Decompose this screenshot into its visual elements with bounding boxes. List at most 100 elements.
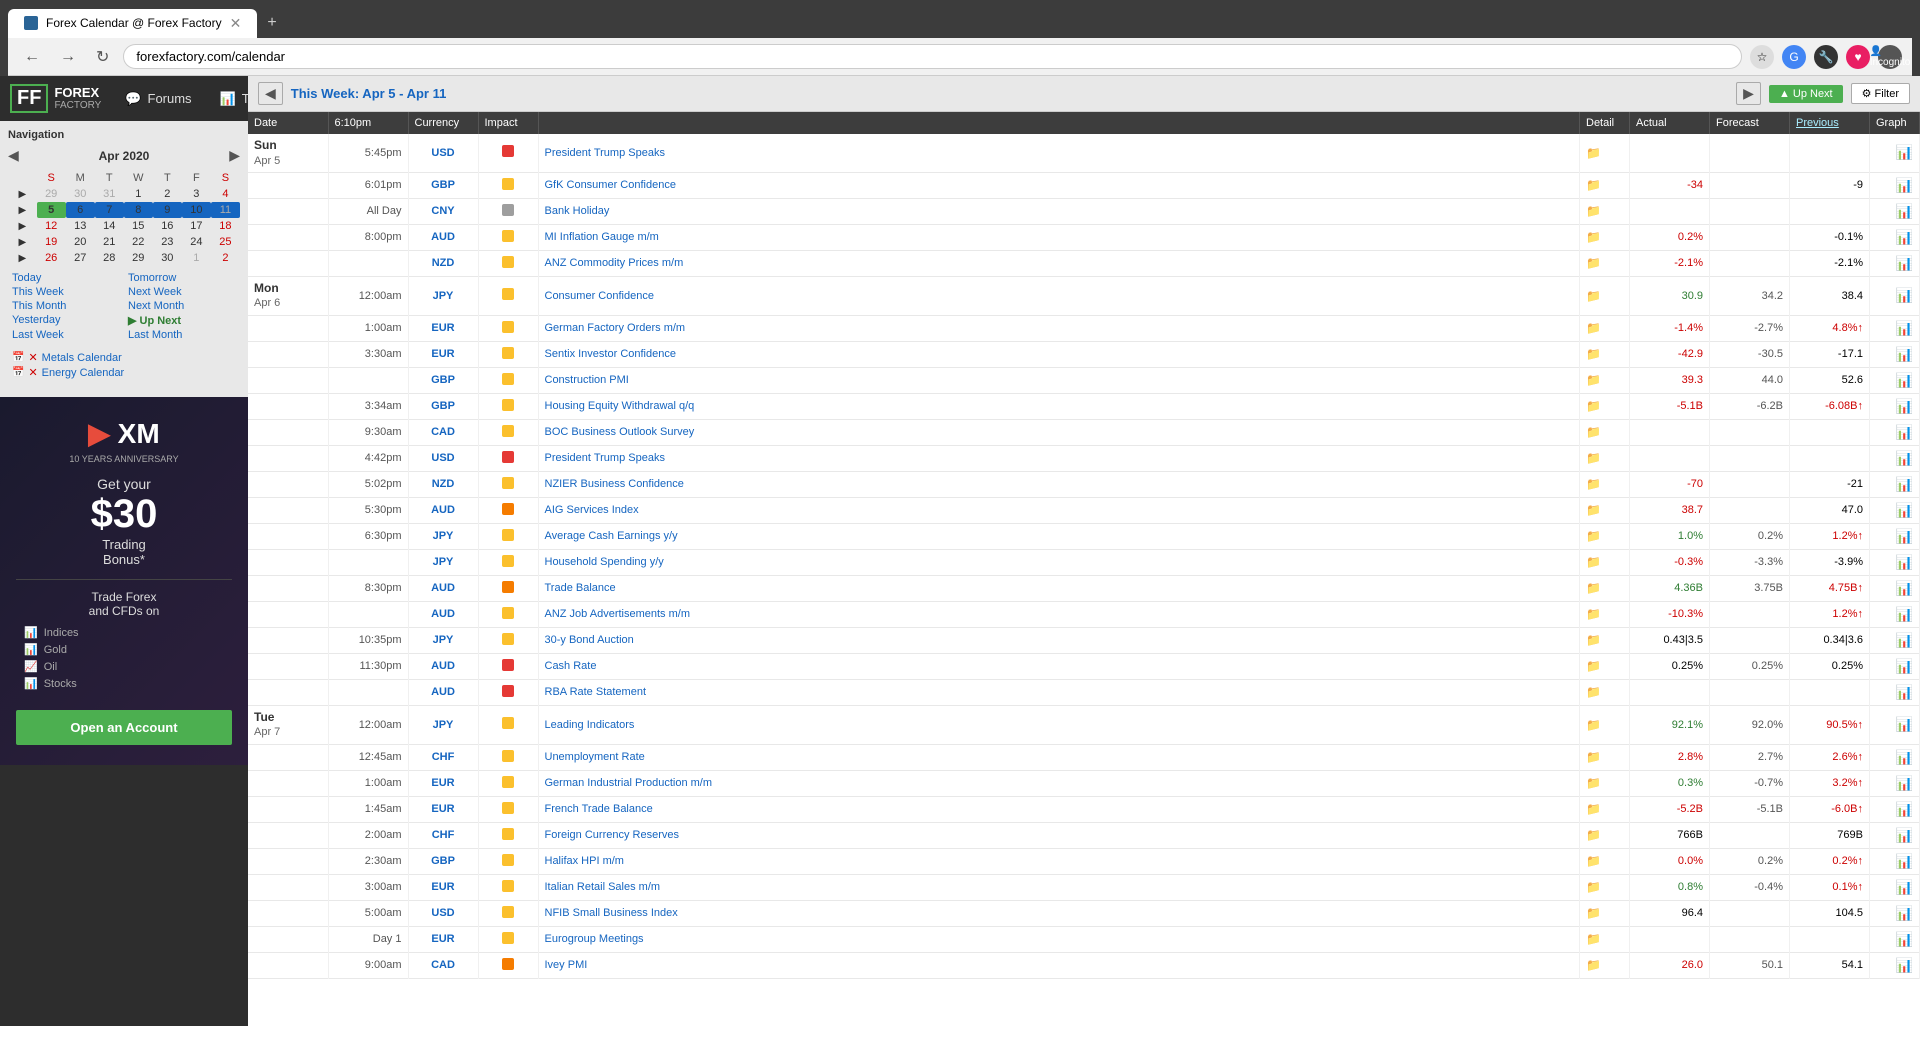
event-detail-cell[interactable]: 📁 <box>1580 224 1630 250</box>
col-header-time[interactable]: 6:10pm <box>328 112 408 134</box>
cal-day-7[interactable]: 7 <box>95 202 124 218</box>
row-indicator-5[interactable]: ▶ <box>8 250 37 266</box>
event-graph-cell[interactable]: 📊 <box>1870 134 1920 172</box>
cal-day-5[interactable]: 5 <box>37 202 66 218</box>
cal-day-15[interactable]: 15 <box>124 218 153 234</box>
cal-day-22[interactable]: 22 <box>124 234 153 250</box>
event-detail-cell[interactable]: 📁 <box>1580 419 1630 445</box>
event-name-cell[interactable]: MI Inflation Gauge m/m <box>538 224 1580 250</box>
event-graph-cell[interactable]: 📊 <box>1870 900 1920 926</box>
row-indicator-3[interactable]: ▶ <box>8 218 37 234</box>
up-next-link[interactable]: ▶ Up Next <box>128 314 236 327</box>
event-detail-cell[interactable]: 📁 <box>1580 198 1630 224</box>
event-name-cell[interactable]: German Factory Orders m/m <box>538 315 1580 341</box>
event-detail-cell[interactable]: 📁 <box>1580 315 1630 341</box>
event-name-cell[interactable]: Bank Holiday <box>538 198 1580 224</box>
event-graph-cell[interactable]: 📊 <box>1870 393 1920 419</box>
cal-day-16[interactable]: 16 <box>153 218 182 234</box>
cal-day-28[interactable]: 28 <box>95 250 124 266</box>
event-graph-cell[interactable]: 📊 <box>1870 796 1920 822</box>
forward-button[interactable]: → <box>54 46 82 68</box>
extension-icon-3[interactable]: ♥ <box>1846 45 1870 69</box>
prev-month-button[interactable]: ◀ <box>8 147 19 164</box>
cal-day-12[interactable]: 12 <box>37 218 66 234</box>
event-name-cell[interactable]: Construction PMI <box>538 367 1580 393</box>
event-name-cell[interactable]: Trade Balance <box>538 575 1580 601</box>
event-name-cell[interactable]: Foreign Currency Reserves <box>538 822 1580 848</box>
cal-day-1-next[interactable]: 1 <box>182 250 211 266</box>
event-detail-cell[interactable]: 📁 <box>1580 575 1630 601</box>
event-name-cell[interactable]: GfK Consumer Confidence <box>538 172 1580 198</box>
event-graph-cell[interactable]: 📊 <box>1870 601 1920 627</box>
event-name-cell[interactable]: NFIB Small Business Index <box>538 900 1580 926</box>
new-tab-button[interactable]: + <box>257 8 286 38</box>
cal-day-14[interactable]: 14 <box>95 218 124 234</box>
event-detail-cell[interactable]: 📁 <box>1580 874 1630 900</box>
cal-day-11[interactable]: 11 <box>211 202 240 218</box>
event-name-cell[interactable]: Ivey PMI <box>538 952 1580 978</box>
event-name-cell[interactable]: Leading Indicators <box>538 705 1580 744</box>
event-graph-cell[interactable]: 📊 <box>1870 224 1920 250</box>
profile-icon[interactable]: 👤 Incognito <box>1878 45 1902 69</box>
event-graph-cell[interactable]: 📊 <box>1870 952 1920 978</box>
bookmark-icon[interactable]: ☆ <box>1750 45 1774 69</box>
cal-day-27[interactable]: 27 <box>66 250 95 266</box>
event-name-cell[interactable]: AIG Services Index <box>538 497 1580 523</box>
event-detail-cell[interactable]: 📁 <box>1580 770 1630 796</box>
event-graph-cell[interactable]: 📊 <box>1870 549 1920 575</box>
event-detail-cell[interactable]: 📁 <box>1580 341 1630 367</box>
event-name-cell[interactable]: Household Spending y/y <box>538 549 1580 575</box>
event-name-cell[interactable]: BOC Business Outlook Survey <box>538 419 1580 445</box>
event-graph-cell[interactable]: 📊 <box>1870 744 1920 770</box>
event-name-cell[interactable]: Cash Rate <box>538 653 1580 679</box>
cal-day-30-prev[interactable]: 30 <box>66 186 95 202</box>
event-detail-cell[interactable]: 📁 <box>1580 393 1630 419</box>
open-account-button[interactable]: Open an Account <box>16 710 232 745</box>
event-detail-cell[interactable]: 📁 <box>1580 276 1630 315</box>
event-detail-cell[interactable]: 📁 <box>1580 926 1630 952</box>
event-name-cell[interactable]: Sentix Investor Confidence <box>538 341 1580 367</box>
back-button[interactable]: ← <box>18 46 46 68</box>
event-graph-cell[interactable]: 📊 <box>1870 471 1920 497</box>
row-indicator-1[interactable]: ▶ <box>8 186 37 202</box>
event-name-cell[interactable]: Consumer Confidence <box>538 276 1580 315</box>
nav-forums[interactable]: 💬 Forums <box>111 79 205 119</box>
event-name-cell[interactable]: Average Cash Earnings y/y <box>538 523 1580 549</box>
prev-week-button[interactable]: ◀ <box>258 82 283 105</box>
event-detail-cell[interactable]: 📁 <box>1580 250 1630 276</box>
event-graph-cell[interactable]: 📊 <box>1870 705 1920 744</box>
this-month-link[interactable]: This Month <box>12 300 120 312</box>
next-month-button[interactable]: ▶ <box>229 147 240 164</box>
cal-day-8[interactable]: 8 <box>124 202 153 218</box>
cal-day-17[interactable]: 17 <box>182 218 211 234</box>
last-week-link[interactable]: Last Week <box>12 329 120 341</box>
cal-day-19[interactable]: 19 <box>37 234 66 250</box>
event-graph-cell[interactable]: 📊 <box>1870 445 1920 471</box>
event-graph-cell[interactable]: 📊 <box>1870 848 1920 874</box>
event-detail-cell[interactable]: 📁 <box>1580 822 1630 848</box>
event-name-cell[interactable]: German Industrial Production m/m <box>538 770 1580 796</box>
cal-day-21[interactable]: 21 <box>95 234 124 250</box>
event-graph-cell[interactable]: 📊 <box>1870 653 1920 679</box>
event-graph-cell[interactable]: 📊 <box>1870 926 1920 952</box>
cal-day-6[interactable]: 6 <box>66 202 95 218</box>
event-detail-cell[interactable]: 📁 <box>1580 172 1630 198</box>
event-detail-cell[interactable]: 📁 <box>1580 549 1630 575</box>
event-detail-cell[interactable]: 📁 <box>1580 952 1630 978</box>
event-detail-cell[interactable]: 📁 <box>1580 679 1630 705</box>
cal-day-25[interactable]: 25 <box>211 234 240 250</box>
energy-calendar-link[interactable]: ✕ Energy Calendar <box>12 366 236 379</box>
event-detail-cell[interactable]: 📁 <box>1580 497 1630 523</box>
event-name-cell[interactable]: Housing Equity Withdrawal q/q <box>538 393 1580 419</box>
event-graph-cell[interactable]: 📊 <box>1870 822 1920 848</box>
event-graph-cell[interactable]: 📊 <box>1870 198 1920 224</box>
today-link[interactable]: Today <box>12 272 120 284</box>
event-name-cell[interactable]: NZIER Business Confidence <box>538 471 1580 497</box>
cal-day-3[interactable]: 3 <box>182 186 211 202</box>
cal-day-4[interactable]: 4 <box>211 186 240 202</box>
event-graph-cell[interactable]: 📊 <box>1870 679 1920 705</box>
event-graph-cell[interactable]: 📊 <box>1870 341 1920 367</box>
filter-button[interactable]: ⚙ Filter <box>1851 83 1910 104</box>
cal-day-10[interactable]: 10 <box>182 202 211 218</box>
cal-day-9[interactable]: 9 <box>153 202 182 218</box>
